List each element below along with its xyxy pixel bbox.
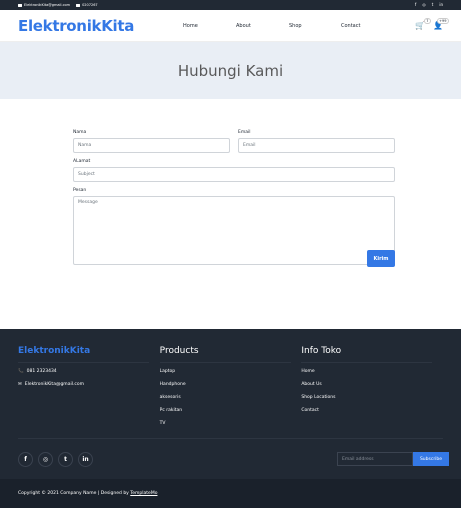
email-label: Email bbox=[238, 130, 251, 135]
cart-icon[interactable]: 🛒 7 bbox=[415, 18, 432, 30]
copyright-text: Copyright © 2021 Company Name | Designed… bbox=[18, 491, 129, 496]
name-label: Nama bbox=[73, 130, 87, 135]
instagram-icon[interactable]: ◎ bbox=[38, 451, 53, 467]
message-textarea[interactable]: Message bbox=[73, 196, 395, 265]
main-nav: Home About Shop Contact bbox=[183, 23, 360, 29]
linkedin-icon[interactable]: in bbox=[78, 451, 93, 467]
subscribe-form: Email address Subscribe bbox=[337, 452, 449, 466]
brand-logo[interactable]: ElektronikKita bbox=[18, 17, 168, 35]
name-input[interactable]: Nama bbox=[73, 138, 230, 153]
submit-button[interactable]: Kirim bbox=[367, 250, 395, 267]
message-label: Pesan bbox=[73, 188, 87, 193]
user-icon[interactable]: 👤 +99 bbox=[433, 18, 449, 30]
topbar-phone-text: 0207267 bbox=[82, 3, 98, 7]
envelope-icon: ✉ bbox=[18, 382, 22, 387]
topbar-email[interactable]: ElektronikKita@gmail.com bbox=[18, 3, 70, 7]
subscribe-button[interactable]: Subscribe bbox=[413, 452, 449, 466]
info-title: Info Toko bbox=[301, 346, 342, 356]
page-hero: Hubungi Kami bbox=[0, 42, 461, 99]
footer-email[interactable]: ✉ ElektronikKita@gmail.com bbox=[18, 382, 160, 387]
user-badge: +99 bbox=[436, 18, 449, 24]
twitter-icon[interactable]: t bbox=[432, 3, 434, 7]
address-label: ALamat bbox=[73, 159, 91, 164]
top-bar: ElektronikKita@gmail.com 0207267 f ◎ t i… bbox=[0, 0, 461, 10]
instagram-icon[interactable]: ◎ bbox=[422, 3, 426, 7]
nav-about[interactable]: About bbox=[236, 23, 289, 29]
footer-divider bbox=[301, 362, 433, 363]
info-link[interactable]: Contact bbox=[301, 408, 443, 413]
footer-phone-text: 081 2323434 bbox=[26, 369, 57, 374]
product-link[interactable]: Laptop bbox=[160, 369, 302, 374]
footer-socials: f ◎ t in bbox=[18, 451, 93, 467]
topbar-phone[interactable]: 0207267 bbox=[76, 3, 98, 7]
facebook-icon[interactable]: f bbox=[18, 451, 33, 467]
phone-icon: 📞 bbox=[18, 369, 24, 374]
navbar: ElektronikKita Home About Shop Contact 🛒… bbox=[0, 10, 461, 42]
facebook-icon[interactable]: f bbox=[415, 3, 416, 7]
cart-badge: 7 bbox=[423, 18, 432, 24]
phone-icon bbox=[76, 3, 81, 7]
address-input[interactable]: Subject bbox=[73, 167, 395, 182]
nav-contact[interactable]: Contact bbox=[341, 23, 360, 29]
twitter-icon[interactable]: t bbox=[58, 451, 73, 467]
footer-brand: ElektronikKita bbox=[18, 346, 91, 356]
envelope-icon bbox=[18, 3, 22, 7]
footer-divider bbox=[18, 362, 149, 363]
copyright-bar: Copyright © 2021 Company Name | Designed… bbox=[0, 479, 461, 508]
nav-home[interactable]: Home bbox=[183, 23, 236, 29]
product-link[interactable]: Pc rakitan bbox=[160, 408, 302, 413]
products-title: Products bbox=[159, 346, 199, 356]
footer: ElektronikKita 📞 081 2323434 ✉ ElektronikK… bbox=[0, 329, 461, 508]
footer-phone[interactable]: 📞 081 2323434 bbox=[18, 369, 160, 374]
linkedin-icon[interactable]: in bbox=[439, 3, 443, 7]
footer-email-text: ElektronikKita@gmail.com bbox=[24, 382, 84, 387]
designer-link[interactable]: TemplateMo bbox=[130, 491, 157, 496]
email-input[interactable]: Email bbox=[238, 138, 395, 153]
nav-shop[interactable]: Shop bbox=[289, 23, 341, 29]
footer-divider bbox=[159, 362, 291, 363]
topbar-email-text: ElektronikKita@gmail.com bbox=[24, 3, 71, 7]
product-link[interactable]: Handphone bbox=[160, 382, 302, 387]
contact-form: Nama Nama Email Email ALamat Subject Pes… bbox=[0, 99, 461, 331]
info-link[interactable]: Shop Locations bbox=[301, 395, 443, 400]
page-title: Hubungi Kami bbox=[177, 61, 284, 80]
info-link[interactable]: About Us bbox=[301, 382, 443, 387]
product-link[interactable]: TV bbox=[160, 421, 302, 426]
info-link[interactable]: Home bbox=[301, 369, 443, 374]
subscribe-email-input[interactable]: Email address bbox=[337, 452, 413, 466]
product-link[interactable]: aksesoris bbox=[160, 395, 302, 400]
